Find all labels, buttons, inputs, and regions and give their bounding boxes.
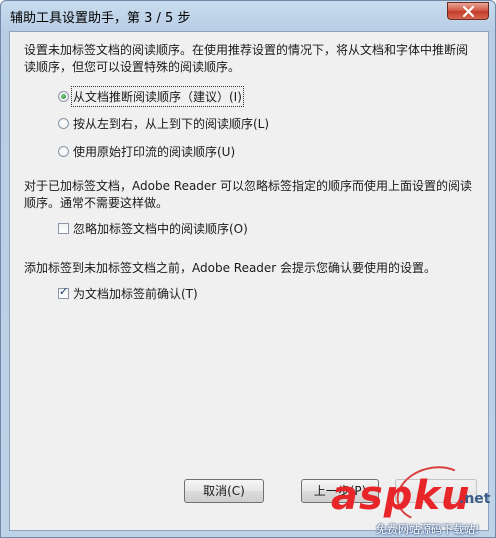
cancel-button[interactable]: 取消(C)	[184, 479, 264, 503]
confirm-before-tagging-label[interactable]: 为文档加标签前确认(T)	[73, 285, 198, 302]
close-button[interactable]	[447, 2, 489, 20]
ignore-reading-order-checkbox[interactable]	[58, 222, 69, 234]
watermark-brand: aspku	[331, 473, 471, 519]
watermark-suffix: .net	[459, 491, 491, 507]
option-raw-print-stream[interactable]: 使用原始打印流的阅读顺序(U)	[58, 143, 235, 159]
confirm-before-tagging-checkbox[interactable]	[58, 285, 69, 299]
ignore-reading-order-option[interactable]: 忽略加标签文档中的阅读顺序(O)	[58, 220, 248, 236]
radio-left-to-right[interactable]	[58, 117, 69, 129]
radio-infer[interactable]	[58, 90, 69, 102]
dialog-window: 辅助工具设置助手，第 3 / 5 步 设置未加标签文档的阅读顺序。在使用推荐设置…	[0, 0, 496, 538]
close-icon	[463, 6, 474, 17]
option-raw-print-stream-label[interactable]: 使用原始打印流的阅读顺序(U)	[73, 143, 235, 160]
watermark-logo: aspku .net 免费网站源码下载站!	[331, 473, 495, 537]
title-bar: 辅助工具设置助手，第 3 / 5 步	[1, 1, 495, 31]
option-infer-reading-order[interactable]: 从文档推断阅读顺序（建议）(I)	[58, 85, 244, 107]
confirm-before-tagging-option[interactable]: 为文档加标签前确认(T)	[58, 285, 198, 301]
radio-raw-print-stream[interactable]	[58, 145, 69, 157]
ignore-reading-order-label[interactable]: 忽略加标签文档中的阅读顺序(O)	[73, 220, 248, 237]
tagged-doc-description: 对于已加标签文档，Adobe Reader 可以忽略标签指定的顺序而使用上面设置…	[24, 179, 473, 210]
option-left-to-right-label[interactable]: 按从左到右，从上到下的阅读顺序(L)	[73, 115, 269, 132]
option-left-to-right[interactable]: 按从左到右，从上到下的阅读顺序(L)	[58, 115, 269, 131]
dialog-content: 设置未加标签文档的阅读顺序。在使用推荐设置的情况下，将从文档和字体中推断阅读顺序…	[9, 31, 489, 531]
watermark-slogan: 免费网站源码下载站!	[376, 523, 480, 536]
reading-order-description: 设置未加标签文档的阅读顺序。在使用推荐设置的情况下，将从文档和字体中推断阅读顺序…	[24, 43, 469, 74]
window-title: 辅助工具设置助手，第 3 / 5 步	[10, 11, 191, 26]
option-infer-label[interactable]: 从文档推断阅读顺序（建议）(I)	[71, 85, 244, 107]
confirm-description: 添加标签到未加标签文档之前，Adobe Reader 会提示您确认要使用的设置。	[24, 261, 437, 275]
